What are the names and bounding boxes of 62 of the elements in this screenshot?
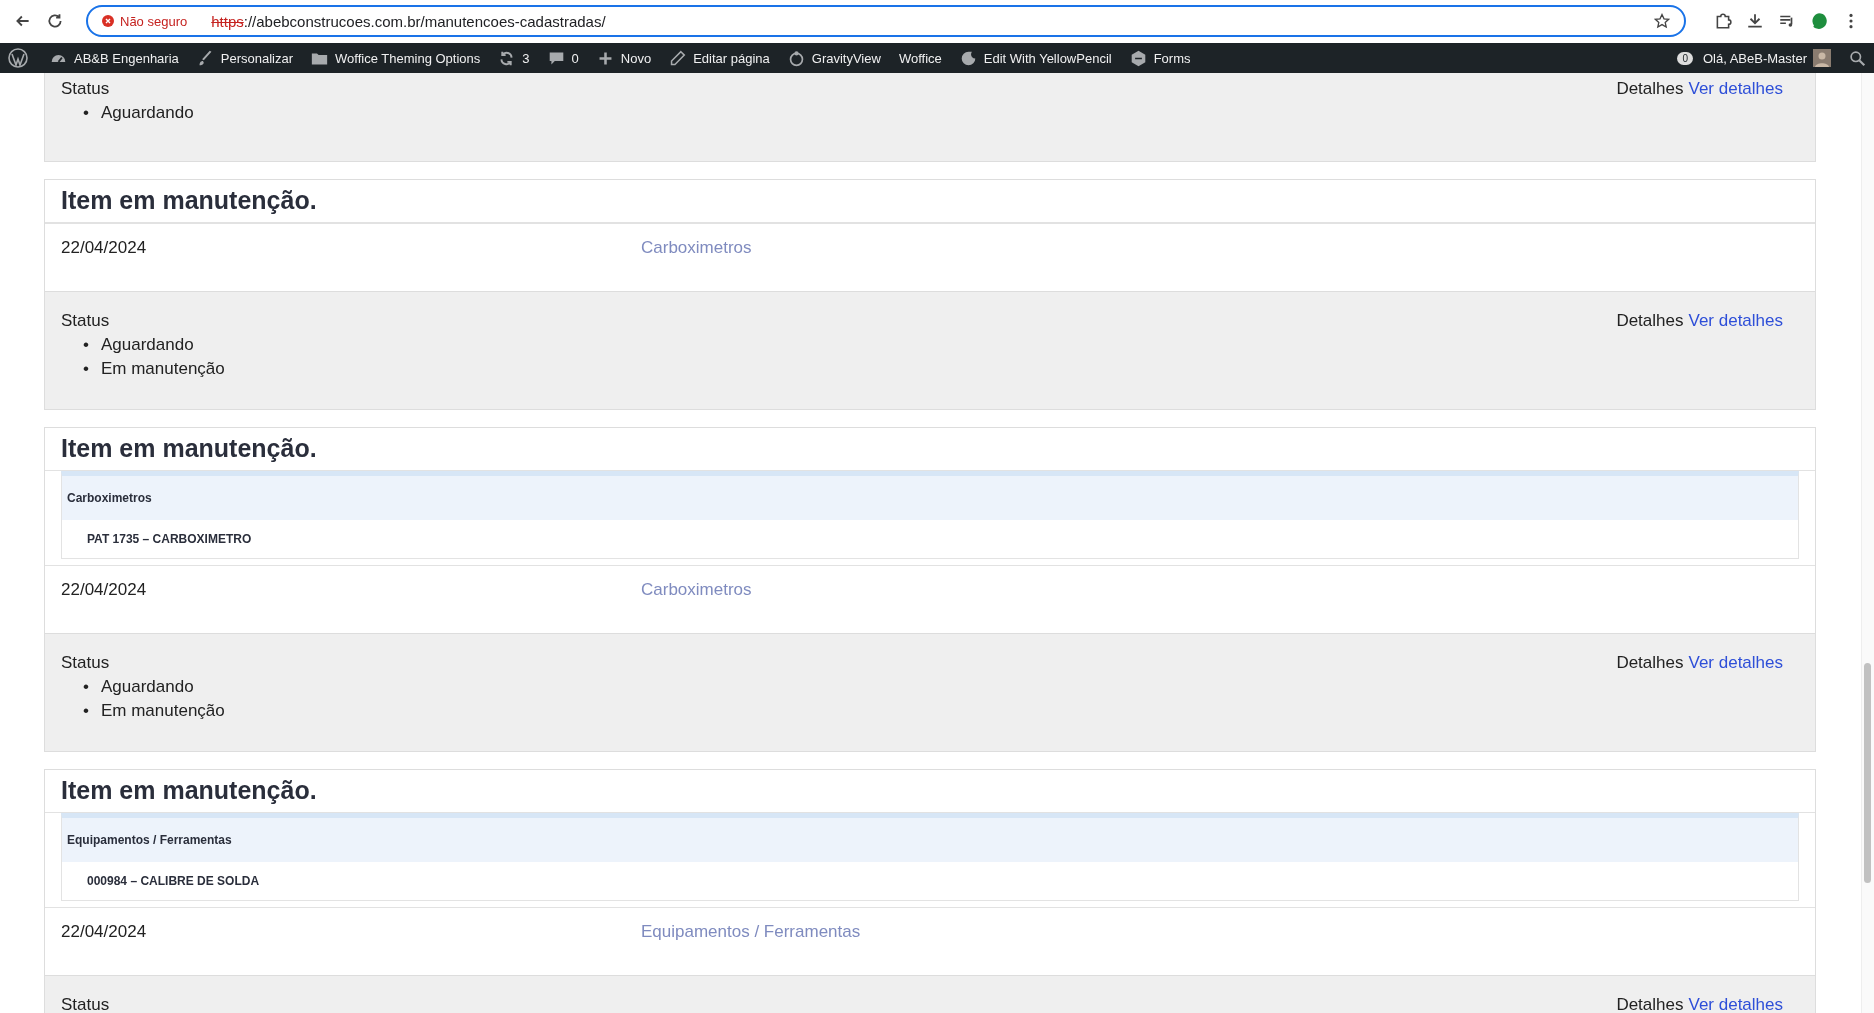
download-icon[interactable] [1746, 12, 1764, 30]
address-bar[interactable]: Não seguro https://abebconstrucoes.com.br/manutencoes-cadastradas/ [86, 5, 1686, 37]
status-item: Aguardando [100, 102, 194, 124]
bullet: • [83, 700, 89, 722]
scrollbar-thumb[interactable] [1864, 663, 1871, 883]
status-label: Status [61, 78, 111, 100]
admin-bar-link[interactable]: Woffice [898, 50, 942, 66]
status-label: Status [61, 310, 111, 332]
reload-icon[interactable] [46, 12, 64, 30]
date-text: 22/04/2024 [61, 922, 148, 943]
details-label: Detalhes [1616, 652, 1684, 674]
refresh-icon [498, 49, 516, 67]
admin-bar-link[interactable]: Forms [1129, 49, 1191, 67]
search-icon[interactable] [1849, 49, 1866, 67]
wordpress-logo-icon[interactable] [8, 48, 28, 68]
admin-bar-link[interactable]: 3 [498, 49, 530, 67]
status-item: Em manutenção [100, 358, 225, 380]
status-item: Aguardando [100, 334, 194, 356]
table-cell-text: 000984 – CALIBRE DE SOLDA [86, 873, 261, 890]
date-text: 22/04/2024 [61, 238, 148, 259]
admin-bar-link[interactable]: AB&B Engenharia [50, 49, 179, 67]
ring-icon [787, 49, 805, 67]
details-link[interactable]: Ver detalhes [1688, 309, 1783, 333]
table-header: Equipamentos / Ferramentas [62, 818, 1798, 862]
admin-bar-link[interactable]: Novo [596, 49, 652, 67]
date-text: 22/04/2024 [61, 580, 148, 601]
palette-icon [959, 49, 977, 67]
details-link[interactable]: Ver detalhes [1688, 651, 1783, 675]
bullet: • [83, 358, 89, 380]
table-cell-text: PAT 1735 – CARBOXIMETRO [86, 531, 253, 548]
url-text: https://abebconstrucoes.com.br/manutencoes-cadastradas/ [211, 12, 607, 30]
details-link[interactable]: Ver detalhes [1688, 993, 1783, 1013]
puzzle-icon[interactable] [1714, 12, 1732, 30]
hexagon-icon [1129, 49, 1147, 67]
details-link[interactable]: Ver detalhes [1688, 77, 1783, 101]
status-item: Em manutenção [100, 700, 225, 722]
admin-bar-link[interactable]: Editar página [669, 49, 770, 67]
admin-bar-link[interactable]: Edit With YellowPencil [959, 49, 1112, 67]
admin-bar-link[interactable]: 0 [547, 49, 579, 67]
star-icon[interactable] [1654, 13, 1670, 29]
admin-bar-link[interactable]: Woffice Theming Options [311, 49, 481, 67]
warning-icon [102, 15, 114, 27]
security-label: Não seguro [120, 13, 188, 29]
details-label: Detalhes [1616, 78, 1684, 100]
status-label: Status [61, 994, 110, 1013]
status-item: Aguardando [100, 676, 194, 698]
extension-icon[interactable] [1810, 12, 1828, 30]
card-title: Item em manutenção. [45, 770, 1815, 813]
admin-bar-link[interactable]: GravityView [787, 49, 881, 67]
bullet: • [83, 102, 89, 124]
notification-count[interactable]: 0 [1677, 51, 1693, 65]
account-link[interactable]: Olá, ABeB-Master [1702, 50, 1807, 66]
details-label: Detalhes [1616, 310, 1684, 332]
table-header: Carboximetros [62, 476, 1798, 520]
status-label: Status [61, 652, 111, 674]
pencil-icon [669, 49, 687, 67]
admin-bar-link[interactable]: Personalizar [196, 49, 294, 67]
bullet: • [83, 334, 89, 356]
details-label: Detalhes [1616, 994, 1684, 1013]
card-title: Item em manutenção. [45, 180, 1815, 223]
bullet: • [83, 676, 89, 698]
card-title: Item em manutenção. [45, 428, 1815, 471]
